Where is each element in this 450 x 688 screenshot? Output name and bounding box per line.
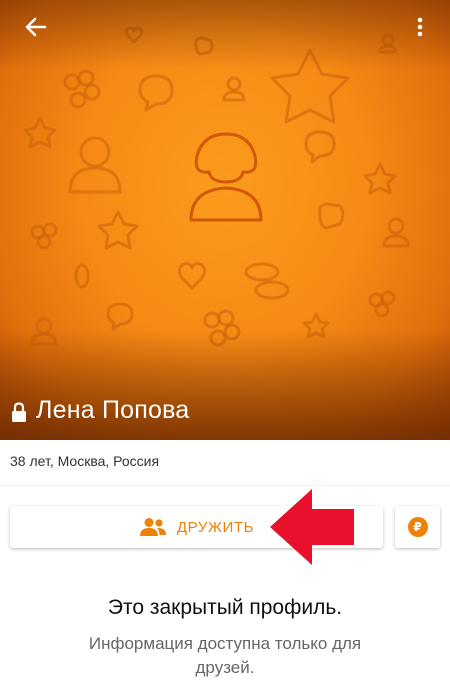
more-vertical-icon <box>417 17 423 37</box>
arrow-back-icon <box>25 17 47 37</box>
profile-name: Лена Попова <box>36 396 190 424</box>
back-button[interactable] <box>18 12 54 42</box>
profile-name-row: Лена Попова <box>10 396 189 425</box>
profile-details: 38 лет, Москва, Россия <box>10 453 160 469</box>
payment-button[interactable]: ₽ <box>395 506 440 548</box>
users-icon <box>139 518 166 536</box>
closed-profile-title: Это закрытый профиль. <box>107 596 343 619</box>
closed-profile-text: Информация доступна только для друзей. <box>88 634 362 677</box>
female-silhouette-icon <box>183 128 269 228</box>
ruble-icon: ₽ <box>407 517 428 537</box>
profile-cover: Лена Попова <box>0 0 450 440</box>
annotation-arrow-icon <box>270 489 354 565</box>
more-options-button[interactable] <box>406 12 434 42</box>
lock-icon <box>12 401 26 422</box>
divider <box>0 485 450 486</box>
add-friend-label: ДРУЖИТЬ <box>176 518 255 536</box>
cover-top-shade <box>0 0 450 70</box>
